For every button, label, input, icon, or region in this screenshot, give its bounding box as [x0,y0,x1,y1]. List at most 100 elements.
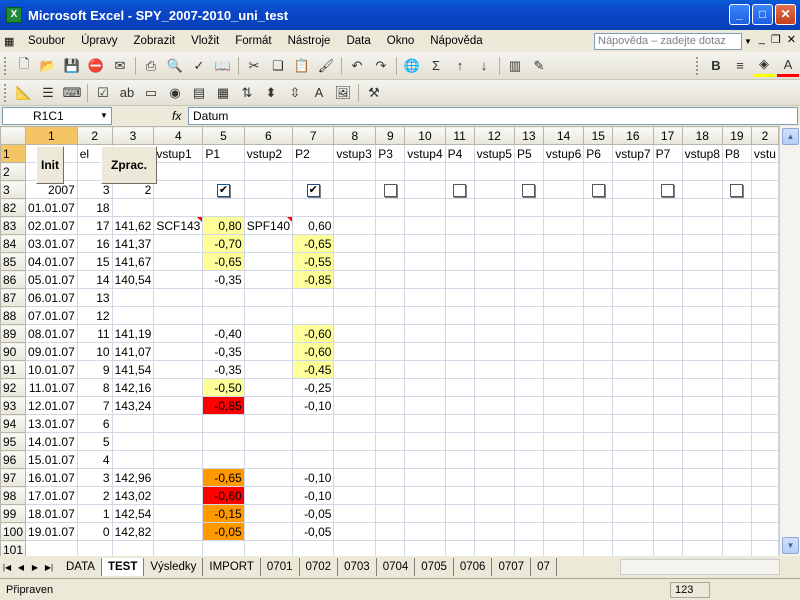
research-icon[interactable]: 📖 [212,55,234,77]
cell[interactable] [404,504,446,523]
cell[interactable] [333,342,377,361]
column-header[interactable]: 10 [404,126,446,145]
cell[interactable] [750,360,779,379]
cell[interactable] [473,468,515,487]
cell[interactable] [612,180,654,199]
cell[interactable] [681,342,723,361]
cell[interactable] [542,504,585,523]
cell[interactable] [153,342,204,361]
cell[interactable]: 141,37 [111,234,155,253]
cell[interactable] [513,540,544,556]
cell[interactable] [111,540,155,556]
format-painter-icon[interactable]: 🖌 [315,55,337,77]
cell[interactable] [243,324,294,343]
cell[interactable] [243,198,294,217]
column-header[interactable]: 2 [76,126,113,145]
cell[interactable] [652,306,683,325]
cell[interactable] [681,234,723,253]
cell[interactable] [243,378,294,397]
checkbox[interactable] [383,183,397,197]
cell[interactable]: P2 [292,144,335,163]
checkbox[interactable] [661,183,675,197]
cell[interactable] [333,450,377,469]
cell[interactable] [473,378,515,397]
cell[interactable]: 140,54 [111,270,155,289]
cell[interactable] [292,288,335,307]
cell[interactable] [681,468,723,487]
cell[interactable]: 14.01.07 [25,432,78,451]
cell[interactable] [404,342,446,361]
cell[interactable]: -0,60 [202,486,245,505]
column-header[interactable]: 11 [444,126,475,145]
cell[interactable] [612,522,654,541]
cell[interactable] [542,486,585,505]
cell[interactable] [721,216,752,235]
cell[interactable] [750,306,779,325]
cell[interactable] [111,414,155,433]
cell[interactable]: P6 [583,144,614,163]
cell[interactable] [153,288,204,307]
cell[interactable] [444,306,475,325]
formula-input[interactable]: Datum [188,107,798,125]
cell[interactable] [542,252,585,271]
cell[interactable] [444,198,475,217]
cell[interactable] [652,540,683,556]
cell[interactable]: 141,62 [111,216,155,235]
cell[interactable]: -0,15 [202,504,245,523]
cell[interactable] [750,234,779,253]
cell[interactable] [750,342,779,361]
column-header[interactable]: 18 [681,126,723,145]
cell[interactable] [513,270,544,289]
cell[interactable] [681,162,723,181]
cell[interactable]: vstup1 [153,144,204,163]
cell[interactable] [292,198,335,217]
cell[interactable] [721,252,752,271]
cell[interactable] [652,324,683,343]
init-button[interactable]: Init [36,146,64,184]
sheet-tab[interactable]: IMPORT [203,558,261,576]
cell[interactable] [153,252,204,271]
cell[interactable] [333,540,377,556]
cell[interactable] [612,306,654,325]
cell[interactable] [404,360,446,379]
cell[interactable]: P5 [513,144,544,163]
cell[interactable] [153,540,204,556]
menu-nastroje[interactable]: Nástroje [280,35,339,47]
cell[interactable] [202,450,245,469]
cell[interactable]: 18.01.07 [25,504,78,523]
cell[interactable] [583,522,614,541]
column-header[interactable]: 1 [25,126,78,145]
cell[interactable] [333,432,377,451]
mdi-close-icon[interactable]: ✕ [787,33,796,46]
cell[interactable] [542,180,585,199]
cell[interactable]: vstup8 [681,144,723,163]
row-header[interactable]: 98 [0,486,27,505]
cell[interactable] [404,378,446,397]
row-header[interactable]: 3 [0,180,27,199]
cell[interactable] [153,234,204,253]
cell[interactable] [750,180,779,199]
menu-upravy[interactable]: Úpravy [73,35,125,47]
cell[interactable]: 6 [76,414,113,433]
cell[interactable]: 141,07 [111,342,155,361]
sort-descending-icon[interactable]: ↓ [473,55,495,77]
cell[interactable] [583,288,614,307]
cell[interactable] [243,342,294,361]
cell[interactable]: vstup4 [404,144,446,163]
cell[interactable] [721,360,752,379]
toolbar-grip[interactable] [4,83,8,102]
cell[interactable] [721,432,752,451]
cell[interactable] [333,396,377,415]
cell[interactable] [750,396,779,415]
first-sheet-icon[interactable]: |◀ [0,563,14,572]
cell[interactable] [513,396,544,415]
spelling-icon[interactable]: ✓ [188,55,210,77]
cell[interactable]: 01.01.07 [25,198,78,217]
cell[interactable]: -0,40 [202,324,245,343]
cell[interactable] [681,432,723,451]
cell[interactable] [473,360,515,379]
prev-sheet-icon[interactable]: ◀ [14,563,28,572]
cell[interactable] [375,432,406,451]
cell[interactable] [721,522,752,541]
cell[interactable] [750,270,779,289]
